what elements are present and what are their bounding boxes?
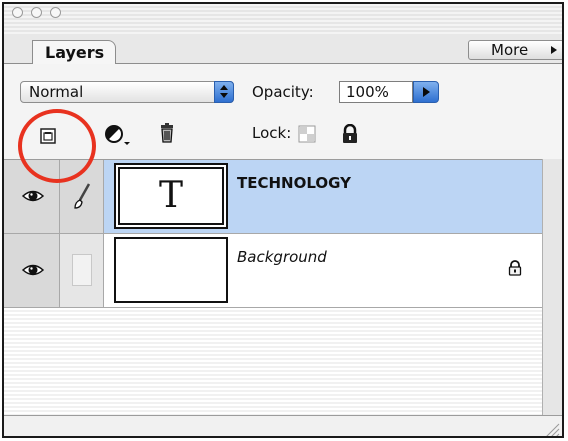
delete-layer-icon[interactable]	[158, 122, 178, 143]
lock-label: Lock:	[252, 124, 292, 142]
opacity-label: Opacity:	[252, 83, 314, 101]
blend-mode-value: Normal	[29, 83, 84, 101]
eye-icon	[21, 262, 45, 282]
close-window-button[interactable]	[12, 7, 23, 18]
eye-icon	[21, 188, 45, 208]
blend-mode-select[interactable]: Normal	[20, 81, 234, 103]
more-label: More	[491, 41, 529, 59]
highlight-circle	[18, 109, 96, 183]
layer-visibility-toggle[interactable]	[4, 234, 60, 307]
resize-grip-icon[interactable]	[542, 420, 560, 436]
bottom-bar	[4, 415, 562, 436]
opacity-slider-button[interactable]	[413, 81, 439, 103]
triangle-right-icon	[551, 46, 557, 54]
layer-name[interactable]: TECHNOLOGY	[237, 174, 351, 192]
layers-list: T TECHNOLOGY Background	[4, 159, 542, 416]
triangle-right-icon	[423, 87, 430, 97]
layer-row[interactable]: Background	[4, 234, 542, 308]
empty-link-box	[72, 254, 92, 286]
lock-all-icon[interactable]	[341, 123, 361, 144]
layer-thumbnail[interactable]	[114, 237, 228, 303]
more-menu-button[interactable]: More	[468, 40, 562, 60]
empty-layer-area	[4, 308, 542, 416]
lock-transparency-icon[interactable]	[298, 125, 318, 145]
text-layer-glyph: T	[158, 175, 183, 216]
select-stepper-icon	[214, 81, 234, 103]
adjustment-layer-icon[interactable]	[104, 124, 130, 145]
opacity-input[interactable]: 100%	[339, 81, 413, 103]
zoom-window-button[interactable]	[50, 7, 61, 18]
layers-panel: Layers More Normal Opacity: 100% Lock: T…	[2, 2, 564, 438]
vertical-scrollbar[interactable]	[542, 159, 562, 415]
lock-icon	[508, 260, 522, 280]
layer-thumbnail[interactable]: T	[114, 163, 228, 229]
minimize-window-button[interactable]	[31, 7, 42, 18]
title-bar	[4, 4, 562, 34]
tab-layers[interactable]: Layers	[32, 40, 116, 65]
brush-icon	[72, 182, 92, 216]
tabs-row: Layers More	[4, 34, 562, 65]
layer-name[interactable]: Background	[237, 248, 327, 266]
layer-link-cell[interactable]	[60, 234, 104, 307]
